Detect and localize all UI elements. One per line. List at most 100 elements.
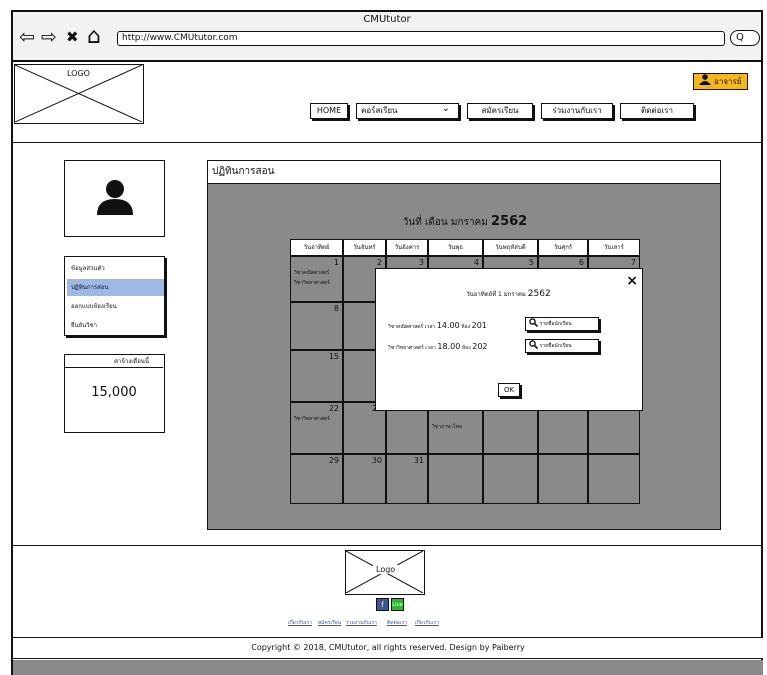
stop-icon[interactable]: ✖: [66, 26, 79, 48]
calendar-day-number: 29: [328, 456, 339, 465]
calendar-day-number: 2: [376, 258, 382, 267]
calendar-title-year: 2562: [491, 214, 528, 229]
calendar-day-number: 8: [333, 304, 339, 313]
calendar-class-note: วิชาวิทยาศาสตร์: [294, 280, 330, 286]
sidebar-item-teaching-calendar[interactable]: ปฏิทินการสอน: [67, 279, 164, 296]
weekday-header: วันพฤหัสบดี: [483, 239, 538, 256]
modal-heading-year: 2562: [527, 289, 551, 299]
footer-link-contact[interactable]: ติดต่อเรา: [387, 619, 407, 627]
weekday-header: วันเสาร์: [588, 239, 640, 256]
copyright-bar: Copyright © 2018, CMUtutor, all rights r…: [13, 637, 763, 659]
weekday-header: วันพุธ: [428, 239, 483, 256]
header-divider: [13, 142, 763, 143]
calendar-day-cell[interactable]: 31: [386, 454, 428, 504]
sidebar-item-design-classroom[interactable]: ออกแบบห้องเรียน: [67, 298, 164, 315]
calendar-day-number: 5: [528, 258, 534, 267]
weekday-header: วันอังคาร: [386, 239, 428, 256]
search-icon[interactable]: Q: [730, 30, 760, 46]
profile-avatar[interactable]: [64, 160, 165, 237]
footer-logo-placeholder[interactable]: Logo: [345, 550, 425, 595]
footer-link-register[interactable]: สมัครเรียน: [318, 619, 341, 627]
modal-entry-science: วิชาวิทยาศาสตร์ เวลา 18.00 ห้อง 202: [388, 342, 488, 352]
avatar-icon: [97, 180, 133, 215]
footer-link-about-2[interactable]: เกี่ยวกับเรา: [415, 619, 439, 627]
magnifier-icon: [529, 318, 539, 328]
calendar-day-cell[interactable]: 1 วิชาคณิตศาสตร์วิชาวิทยาศาสตร์: [290, 256, 343, 302]
footer-link-join[interactable]: ร่วมงานกับเรา: [346, 619, 377, 627]
calendar-day-cell[interactable]: 8: [290, 302, 343, 350]
student-list-button-math[interactable]: รายชื่อนักเรียน: [525, 317, 599, 331]
calendar-title: วันที่ เดือน มกราคม 2562: [208, 214, 722, 230]
calendar-title-month: วันที่ เดือน มกราคม: [402, 217, 488, 228]
student-list-button-science[interactable]: รายชื่อนักเรียน: [525, 339, 599, 353]
modal-heading: วันอาทิตย์ที่ 1 มกราคม 2562: [376, 289, 641, 299]
entry-time: 18.00: [437, 342, 461, 351]
income-label: ค่าจ้างเดือนนี้: [65, 355, 163, 368]
logo-placeholder[interactable]: LOGO: [14, 64, 144, 124]
calendar-day-number: 15: [328, 352, 339, 361]
address-bar[interactable]: http://www.CMUtutor.com: [117, 31, 725, 46]
close-icon[interactable]: ×: [626, 274, 638, 288]
home-icon[interactable]: ⌂: [87, 26, 101, 48]
entry-room: 201: [471, 321, 487, 330]
calendar-class-note: วิชาคณิตศาสตร์: [294, 270, 330, 276]
calendar-class-note: วิชาภาษาไทย: [432, 424, 462, 430]
calendar-day-cell[interactable]: [428, 454, 483, 504]
calendar-day-cell[interactable]: [483, 454, 538, 504]
nav-courses-label: คอร์สเรียน: [361, 106, 398, 115]
entry-room-label: ห้อง: [461, 345, 471, 351]
calendar-day-number: 30: [371, 456, 382, 465]
sidebar-menu: ข้อมูลส่วนตัว ปฏิทินการสอน ออกแบบห้องเรี…: [64, 256, 165, 336]
student-list-label: รายชื่อนักเรียน: [539, 343, 572, 349]
teacher-button-label: อาจารย์: [714, 77, 742, 86]
calendar-day-number: 1: [333, 258, 339, 267]
line-icon[interactable]: Line: [391, 598, 404, 611]
calendar-class-note: วิชาวิทยาศาสตร์: [294, 416, 330, 422]
income-value: 15,000: [91, 385, 137, 400]
footer-link-about[interactable]: เกี่ยวกับเรา: [288, 619, 312, 627]
weekday-header: วันศุกร์: [538, 239, 588, 256]
footer-logo-label: Logo: [373, 565, 399, 574]
sidebar-item-profile[interactable]: ข้อมูลส่วนตัว: [67, 260, 164, 277]
sidebar-item-confirm-subject[interactable]: ยืนยันวิชา: [67, 317, 164, 334]
footer-divider: [13, 545, 763, 546]
calendar-day-number: 3: [418, 258, 424, 267]
weekday-header: วันอาทิตย์: [290, 239, 343, 256]
calendar-day-number: 4: [473, 258, 479, 267]
calendar-day-cell[interactable]: 30: [343, 454, 386, 504]
income-card: ค่าจ้างเดือนนี้ 15,000: [64, 354, 165, 433]
facebook-icon[interactable]: f: [376, 598, 389, 611]
panel-title: ปฏิทินการสอน: [207, 160, 721, 184]
calendar-day-cell[interactable]: 29: [290, 454, 343, 504]
entry-room: 202: [472, 342, 488, 351]
nav-register[interactable]: สมัครเรียน: [467, 103, 533, 119]
nav-join-us[interactable]: ร่วมงานกับเรา: [541, 103, 613, 119]
forward-arrow-icon[interactable]: ⇨: [41, 26, 57, 48]
calendar-day-number: 7: [630, 258, 636, 267]
entry-room-label: ห้อง: [461, 324, 471, 330]
logo-label: LOGO: [65, 69, 92, 78]
weekday-header: วันจันทร์: [343, 239, 386, 256]
modal-entry-math: วิชาคณิตศาสตร์ เวลา 14.00 ห้อง 201: [388, 321, 487, 331]
calendar-day-cell[interactable]: 15: [290, 350, 343, 402]
nav-courses-dropdown[interactable]: คอร์สเรียน ⌄: [356, 103, 459, 119]
back-arrow-icon[interactable]: ⇦: [19, 26, 35, 48]
student-list-label: รายชื่อนักเรียน: [539, 321, 572, 327]
chevron-down-icon: ⌄: [441, 103, 450, 114]
ok-button[interactable]: OK: [498, 383, 520, 397]
teacher-button[interactable]: อาจารย์: [693, 73, 748, 90]
nav-contact[interactable]: ติดต่อเรา: [620, 103, 694, 119]
entry-time: 14.00: [436, 321, 460, 330]
day-detail-modal: วันอาทิตย์ที่ 1 มกราคม 2562 × วิชาคณิตศา…: [375, 268, 643, 411]
user-icon: [699, 74, 712, 85]
entry-subject: วิชาคณิตศาสตร์ เวลา: [388, 324, 436, 330]
nav-home[interactable]: HOME: [310, 103, 348, 119]
calendar-day-cell[interactable]: 22 วิชาวิทยาศาสตร์: [290, 402, 343, 454]
calendar-day-number: 6: [578, 258, 584, 267]
calendar-day-cell[interactable]: [538, 454, 588, 504]
calendar-day-cell[interactable]: [588, 454, 640, 504]
window-title: CMUtutor: [363, 14, 411, 25]
browser-status-strip: [13, 660, 763, 675]
calendar-day-number: 22: [328, 404, 339, 413]
entry-subject: วิชาวิทยาศาสตร์ เวลา: [388, 345, 436, 351]
